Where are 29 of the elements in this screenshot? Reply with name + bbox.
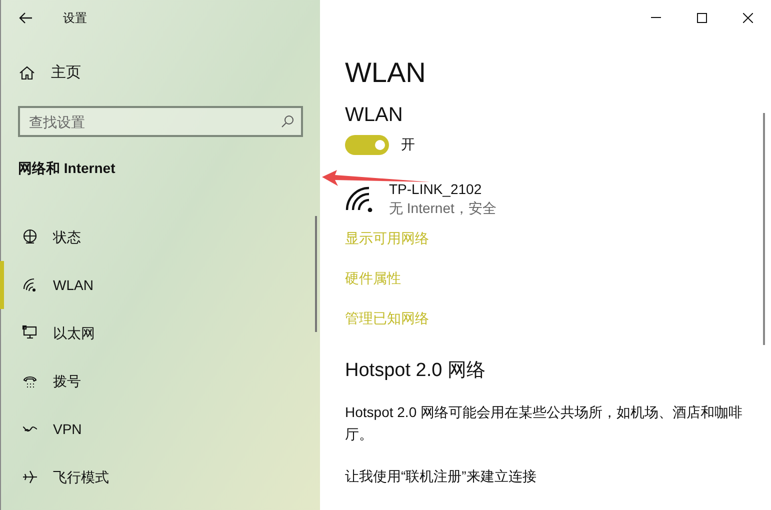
hotspot-description: Hotspot 2.0 网络可能会用在某些公共场所，如机场、酒店和咖啡厅。: [345, 403, 743, 444]
nav-item[interactable]: 飞行模式: [0, 453, 320, 501]
toggle-switch[interactable]: [345, 134, 389, 154]
home-item[interactable]: 主页: [1, 61, 320, 85]
airplane-icon: [22, 469, 38, 485]
toggle-label: 开: [401, 135, 415, 154]
network-name: TP-LINK_2102: [389, 180, 483, 199]
hotspot-heading: Hotspot 2.0 网络: [345, 359, 486, 383]
wifi-icon: [22, 277, 38, 293]
monitor-icon: [22, 325, 38, 341]
section-heading: 网络和 Internet: [18, 159, 116, 178]
window-title: 设置: [63, 10, 87, 26]
nav-item[interactable]: VPN: [0, 405, 320, 453]
section-title: WLAN: [345, 103, 403, 128]
minimize-icon: [651, 17, 661, 18]
page-title: WLAN: [345, 56, 426, 90]
network-status: 无 Internet，安全: [389, 199, 496, 218]
globe-icon: [22, 229, 38, 245]
home-icon: [19, 65, 35, 81]
nav-item[interactable]: 状态: [0, 213, 320, 261]
nav-item[interactable]: 拨号: [0, 357, 320, 405]
search-icon: [281, 115, 294, 128]
back-arrow-icon: [19, 12, 33, 24]
close-icon: [743, 12, 753, 22]
nav-item[interactable]: 以太网: [0, 309, 320, 357]
hotspot-option-label: 让我使用“联机注册”来建立连接: [345, 467, 536, 486]
search-field[interactable]: 查找设置: [18, 106, 303, 137]
maximize-icon: [697, 12, 707, 22]
wifi-signal-icon: [345, 186, 375, 212]
